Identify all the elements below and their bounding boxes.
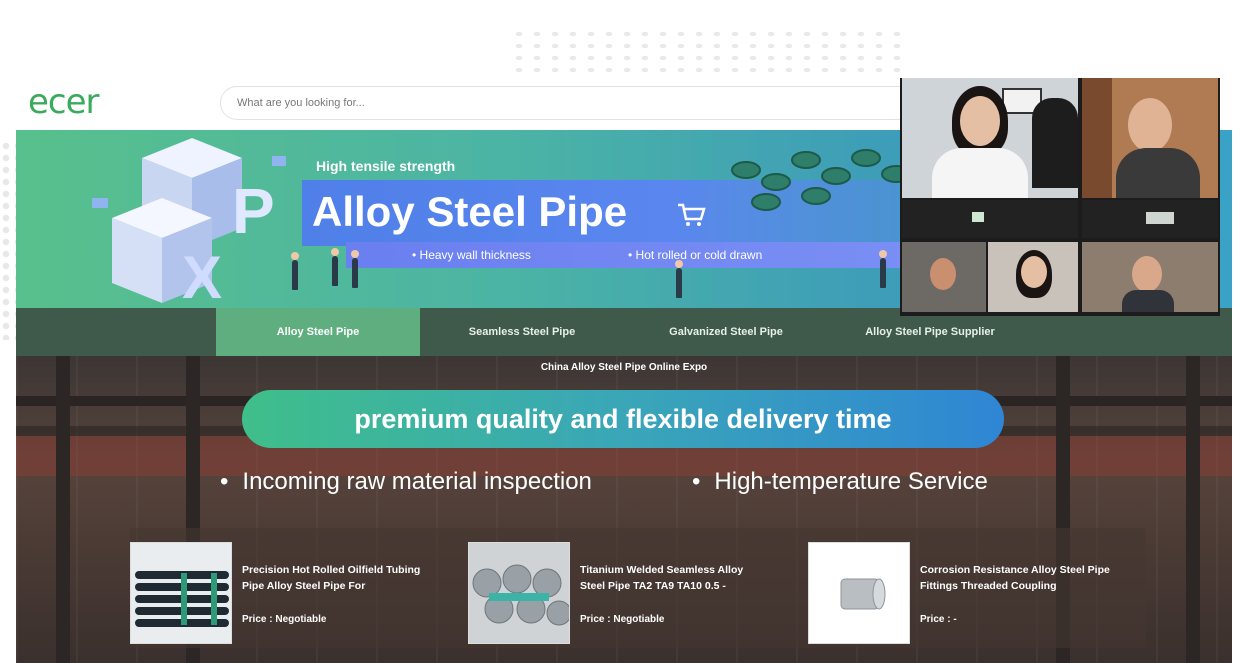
hero-subtitle: China Alloy Steel Pipe Online Expo: [540, 362, 708, 373]
product-image[interactable]: [130, 542, 232, 644]
nav-item-seamless-steel-pipe[interactable]: Seamless Steel Pipe: [420, 308, 624, 356]
banner-bullet-1: • Heavy wall thickness: [412, 248, 531, 262]
svg-text:P: P: [232, 175, 275, 247]
product-card[interactable]: Titanium Welded Seamless Alloy Steel Pip…: [468, 542, 768, 646]
banner-tagline: High tensile strength: [316, 158, 456, 174]
video-call-overlay[interactable]: [900, 78, 1220, 316]
video-tile[interactable]: [1082, 242, 1218, 312]
banner-bullet-2: • Hot rolled or cold drawn: [628, 248, 763, 262]
banner-title: Alloy Steel Pipe: [312, 188, 628, 235]
product-image[interactable]: [808, 542, 910, 644]
product-title[interactable]: Precision Hot Rolled Oilfield Tubing Pip…: [242, 562, 432, 594]
video-tile[interactable]: [1082, 78, 1218, 198]
isometric-illustration: P X: [92, 138, 286, 308]
video-tile[interactable]: [1082, 200, 1218, 238]
person-figure: [351, 250, 359, 288]
svg-text:X: X: [182, 244, 222, 308]
feature-item: Incoming raw material inspection: [220, 468, 592, 496]
cart-icon[interactable]: [676, 202, 706, 228]
factory-column: [1186, 356, 1200, 663]
product-price: Price : Negotiable: [580, 614, 665, 625]
pipe-stack-image: [731, 149, 911, 211]
product-price: Price : -: [920, 614, 957, 625]
product-card[interactable]: Corrosion Resistance Alloy Steel Pipe Fi…: [808, 542, 1110, 646]
feature-item: High-temperature Service: [692, 468, 987, 496]
search-input[interactable]: [237, 97, 903, 109]
product-image[interactable]: [468, 542, 570, 644]
nav-item-alloy-steel-pipe[interactable]: Alloy Steel Pipe: [216, 308, 420, 356]
person-figure: [675, 260, 683, 298]
headline-pill: premium quality and flexible delivery ti…: [242, 390, 1004, 448]
person-figure: [331, 248, 339, 286]
product-title[interactable]: Titanium Welded Seamless Alloy Steel Pip…: [580, 562, 770, 594]
video-tile[interactable]: [902, 200, 1078, 238]
nav-item-galvanized-steel-pipe[interactable]: Galvanized Steel Pipe: [624, 308, 828, 356]
product-price: Price : Negotiable: [242, 614, 327, 625]
ecer-logo[interactable]: ecer: [28, 82, 100, 122]
video-tile[interactable]: [902, 78, 1078, 198]
factory-column: [56, 356, 70, 663]
video-tile[interactable]: [902, 242, 986, 312]
decorative-side-dots: [0, 140, 16, 340]
product-title[interactable]: Corrosion Resistance Alloy Steel Pipe Fi…: [920, 562, 1110, 594]
decorative-dot-grid: [510, 28, 910, 80]
video-tile[interactable]: [988, 242, 1078, 312]
person-figure: [879, 250, 887, 288]
search-bar[interactable]: [220, 86, 920, 120]
product-card[interactable]: Precision Hot Rolled Oilfield Tubing Pip…: [130, 542, 430, 646]
factory-hero: China Alloy Steel Pipe Online Expo premi…: [16, 356, 1232, 663]
person-figure: [291, 252, 299, 290]
